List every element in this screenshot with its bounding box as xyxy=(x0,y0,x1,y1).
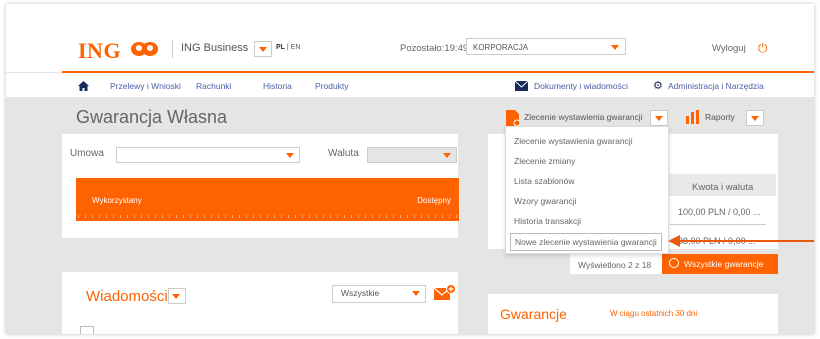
header-separator xyxy=(172,40,173,58)
main-nav: Przelewy i Wnioski Rachunki Historia Pro… xyxy=(6,73,814,97)
logout-link[interactable]: Wyloguj xyxy=(712,43,746,54)
menu-item-patterns[interactable]: Wzory gwarancji xyxy=(514,196,576,206)
business-label: ING Business xyxy=(181,42,249,54)
home-icon[interactable] xyxy=(78,81,89,91)
nav-admin[interactable]: Administracja i Narzędzia xyxy=(668,81,764,91)
circle-arrow-icon xyxy=(669,258,679,268)
annotation-arrow-line xyxy=(678,240,814,242)
chevron-down-icon xyxy=(412,291,420,296)
bar-available-label: Dostępny xyxy=(417,196,451,205)
lang-en[interactable]: EN xyxy=(291,44,301,51)
nav-item-produkty[interactable]: Produkty xyxy=(315,81,349,91)
new-message-icon[interactable] xyxy=(434,284,456,302)
annotation-arrow-icon xyxy=(668,235,680,247)
envelope-icon xyxy=(515,81,528,91)
messages-filter[interactable]: Wszystkie xyxy=(332,285,426,303)
messages-dropdown[interactable] xyxy=(168,288,186,304)
chevron-down-icon xyxy=(172,294,180,299)
pagination-info: Wyświetlono 2 z 18 xyxy=(578,260,652,270)
amount-column-label: Kwota i waluta xyxy=(692,182,754,193)
guarantees-title: Gwarancje xyxy=(500,306,567,322)
ing-logo[interactable]: ING xyxy=(78,38,121,64)
chevron-down-icon xyxy=(443,153,451,158)
gear-icon: ⚙ xyxy=(653,80,663,92)
row-divider xyxy=(670,224,766,225)
menu-item-change[interactable]: Zlecenie zmiany xyxy=(514,156,575,166)
order-dropdown-toggle[interactable] xyxy=(650,110,668,126)
nav-item-przelewy[interactable]: Przelewy i Wnioski xyxy=(110,81,181,91)
lion-logo-icon xyxy=(131,42,158,56)
top-bar: ING ING Business PL | EN Pozostało:19:49… xyxy=(6,4,814,72)
menu-item-order[interactable]: Zlecenie wystawienia gwarancji xyxy=(514,136,633,146)
power-icon[interactable]: ⏻ xyxy=(758,41,768,56)
page-title: Gwarancja Własna xyxy=(76,107,228,127)
reports-icon xyxy=(686,110,699,124)
bar-ticks xyxy=(78,215,457,218)
browser-frame: ING ING Business PL | EN Pozostało:19:49… xyxy=(6,4,814,334)
language-switch[interactable]: PL | EN xyxy=(276,44,300,51)
business-dropdown[interactable] xyxy=(254,41,272,57)
menu-item-templates[interactable]: Lista szablonów xyxy=(514,176,574,186)
bar-used-label: Wykorzystany xyxy=(92,196,142,205)
chevron-down-icon xyxy=(286,153,294,158)
usage-bar: Wykorzystany Dostępny xyxy=(76,178,459,221)
waluta-label: Waluta xyxy=(328,148,359,159)
menu-item-history[interactable]: Historia transakcji xyxy=(514,216,581,226)
lang-pl[interactable]: PL xyxy=(276,44,285,51)
guarantees-period: W ciągu ostatnich 30 dni xyxy=(610,309,698,318)
company-select[interactable]: KORPORACJA xyxy=(466,38,626,55)
umowa-select[interactable] xyxy=(116,147,300,163)
chevron-down-icon xyxy=(611,45,619,50)
nav-item-historia[interactable]: Historia xyxy=(263,81,292,91)
document-icon xyxy=(506,110,520,126)
row1-amount[interactable]: 100,00 PLN / 0,00 ... xyxy=(678,207,761,217)
messages-title: Wiadomości xyxy=(86,288,168,305)
messages-filter-value: Wszystkie xyxy=(341,288,380,298)
umowa-label: Umowa xyxy=(70,148,104,159)
select-all-checkbox[interactable] xyxy=(80,326,94,334)
reports-label[interactable]: Raporty xyxy=(705,112,735,122)
all-guarantees-button[interactable]: Wszystkie gwarancje xyxy=(662,254,778,274)
nav-item-rachunki[interactable]: Rachunki xyxy=(196,81,231,91)
all-guarantees-label: Wszystkie gwarancje xyxy=(684,259,764,269)
session-timer: Pozostało:19:49 xyxy=(400,43,469,54)
order-dropdown-menu: Zlecenie wystawienia gwarancji Zlecenie … xyxy=(505,126,669,254)
reports-dropdown[interactable] xyxy=(746,110,764,126)
company-value: KORPORACJA xyxy=(473,43,529,52)
order-dropdown-label[interactable]: Zlecenie wystawienia gwarancji xyxy=(524,112,643,122)
menu-item-new-order[interactable]: Nowe zlecenie wystawienia gwarancji xyxy=(510,233,662,251)
waluta-select[interactable] xyxy=(367,147,457,163)
nav-documents[interactable]: Dokumenty i wiadomości xyxy=(534,81,628,91)
